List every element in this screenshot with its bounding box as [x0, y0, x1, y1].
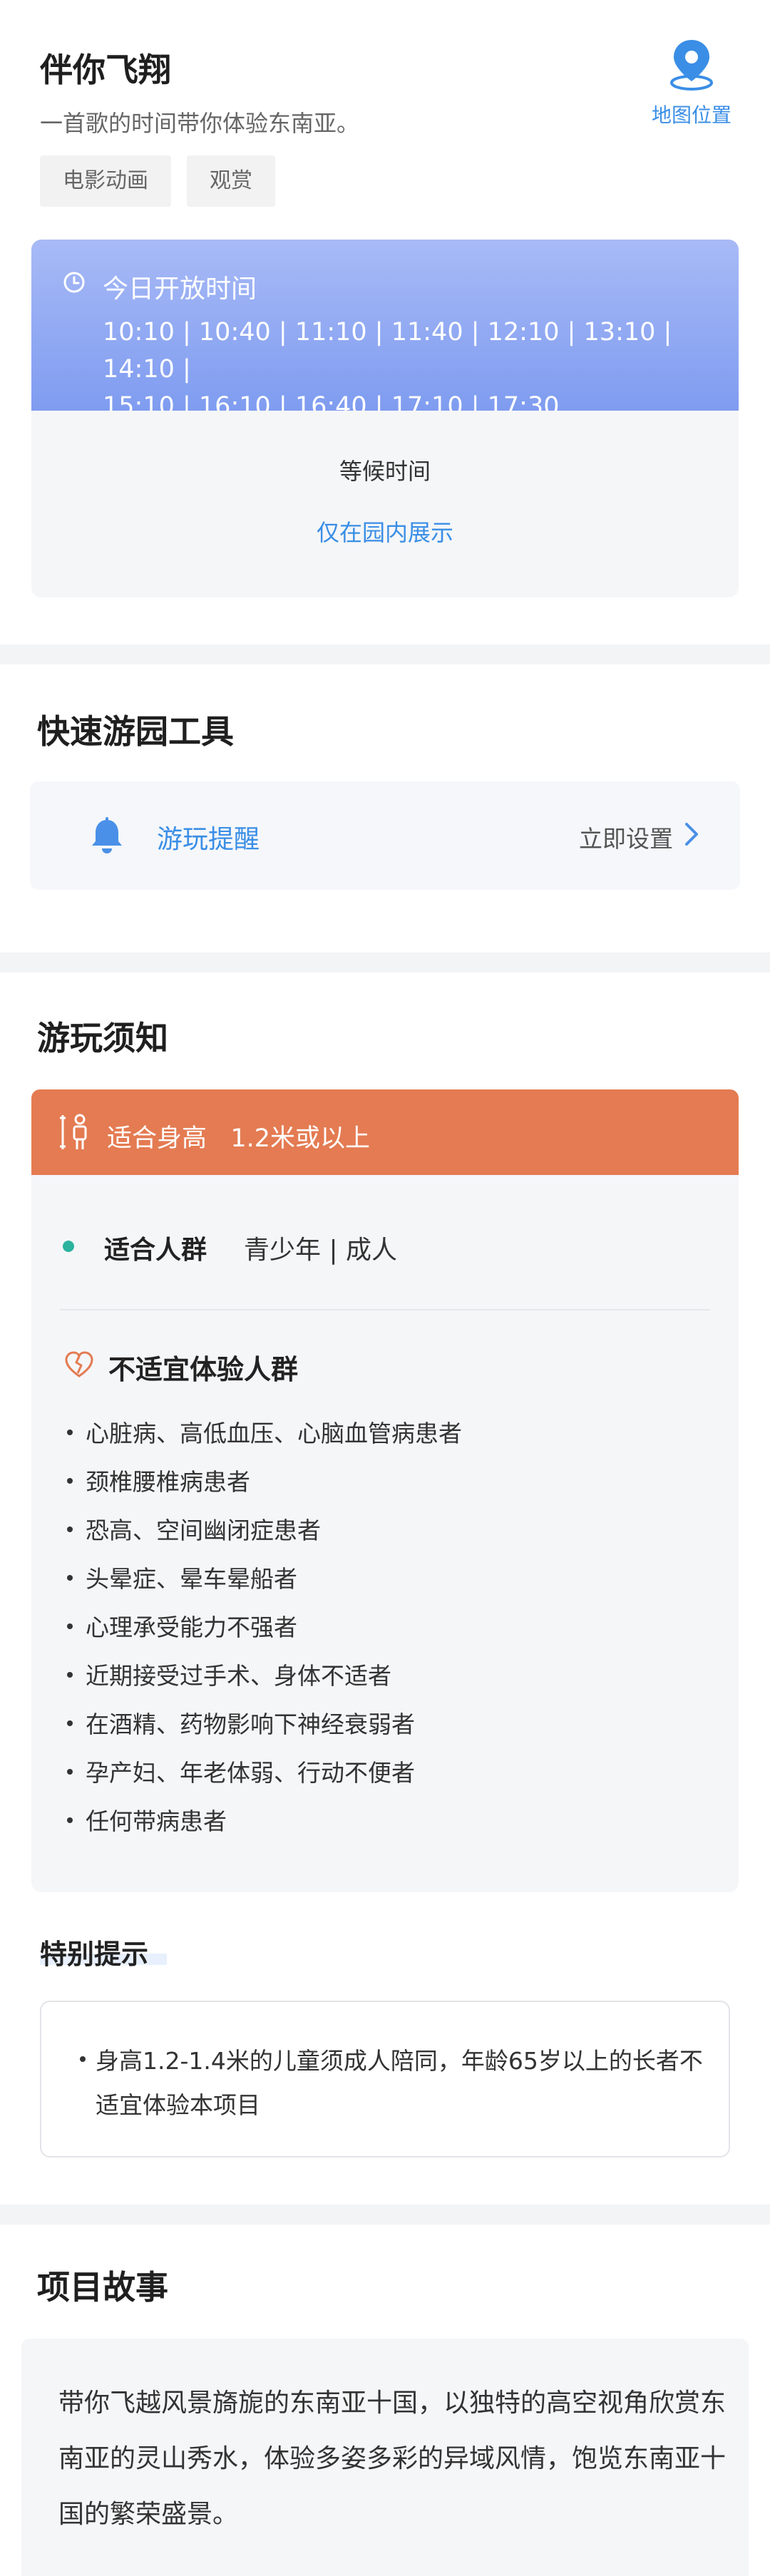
list-item: 头晕症、晕车晕船者	[67, 1560, 297, 1594]
list-item: 心理承受能力不强者	[67, 1608, 297, 1643]
special-notice-title: 特别提示	[40, 1939, 149, 1970]
height-ruler-icon	[60, 1114, 87, 1149]
map-pin-icon	[670, 40, 713, 91]
attraction-header: 伴你飞翔 一首歌的时间带你体验东南亚。 电影动画 观赏 地图位置 今日开放时间 …	[0, 0, 770, 645]
wait-time-value: 仅在园内展示	[316, 519, 453, 546]
special-notice-box: 身高1.2-1.4米的儿童须成人陪同，年龄65岁以上的长者不适宜体验本项目	[40, 2001, 730, 2157]
map-location-label: 地图位置	[651, 103, 732, 127]
list-item: 近期接受过手术、身体不适者	[67, 1657, 391, 1691]
special-notice-text: 身高1.2-1.4米的儿童须成人陪同，年龄65岁以上的长者不适宜体验本项目	[96, 2047, 703, 2119]
page-title: 伴你飞翔	[40, 51, 171, 89]
special-notice-bullet	[80, 2056, 86, 2062]
list-item: 任何带病患者	[67, 1802, 227, 1837]
audience-label: 适合人群	[104, 1236, 207, 1265]
opening-hours-line-1: 10:10 | 10:40 | 11:10 | 11:40 | 12:10 | …	[103, 318, 672, 384]
story-heading: 项目故事	[37, 2268, 168, 2306]
list-item: 在酒精、药物影响下神经衰弱者	[67, 1705, 415, 1740]
clock-icon	[63, 272, 85, 293]
play-notice-heading: 游玩须知	[37, 1019, 168, 1057]
height-requirement-text: 适合身高 1.2米或以上	[107, 1124, 371, 1153]
opening-hours-title: 今日开放时间	[103, 274, 257, 304]
audience-rules-card: 适合人群 青少年 | 成人 不适宜体验人群 心脏病、高低血压、心脑血管病患者 颈…	[31, 1175, 739, 1892]
broken-heart-icon	[65, 1351, 93, 1377]
quick-tools-heading: 快速游园工具	[37, 712, 234, 751]
audience-bullet	[63, 1241, 74, 1252]
set-now-button[interactable]: 立即设置	[579, 820, 673, 854]
bell-icon	[92, 817, 122, 853]
map-location-button[interactable]: 地图位置	[642, 37, 741, 128]
chevron-right-icon	[685, 823, 698, 846]
rules-divider	[60, 1309, 710, 1310]
page-subtitle: 一首歌的时间带你体验东南亚。	[40, 110, 360, 137]
height-requirement-bar: 适合身高 1.2米或以上	[31, 1089, 739, 1175]
opening-hours-times: 10:10 | 10:40 | 11:10 | 11:40 | 12:10 | …	[103, 314, 730, 425]
section-divider	[0, 645, 770, 664]
unsuitable-title: 不适宜体验人群	[108, 1354, 299, 1385]
wait-time-label: 等候时间	[339, 458, 431, 485]
list-item: 恐高、空间幽闭症患者	[67, 1512, 321, 1546]
tag-category: 电影动画	[40, 155, 171, 207]
section-divider	[0, 953, 770, 973]
tag-type: 观赏	[187, 155, 275, 207]
list-item: 孕产妇、年老体弱、行动不便者	[67, 1754, 415, 1788]
section-divider	[0, 2205, 770, 2225]
list-item: 颈椎腰椎病患者	[67, 1463, 250, 1497]
audience-value: 青少年 | 成人	[244, 1236, 398, 1265]
play-reminder-row[interactable]: 游玩提醒 立即设置	[30, 781, 740, 890]
wait-time-card: 等候时间 仅在园内展示	[31, 411, 739, 597]
list-item: 心脏病、高低血压、心脑血管病患者	[67, 1415, 462, 1449]
story-box: 带你飞越风景旖旎的东南亚十国，以独特的高空视角欣赏东南亚的灵山秀水，体验多姿多彩…	[21, 2339, 749, 2576]
opening-hours-card: 今日开放时间 10:10 | 10:40 | 11:10 | 11:40 | 1…	[31, 240, 739, 421]
play-reminder-label: 游玩提醒	[157, 825, 260, 854]
story-text: 带你飞越风景旖旎的东南亚十国，以独特的高空视角欣赏东南亚的灵山秀水，体验多姿多彩…	[58, 2388, 727, 2529]
